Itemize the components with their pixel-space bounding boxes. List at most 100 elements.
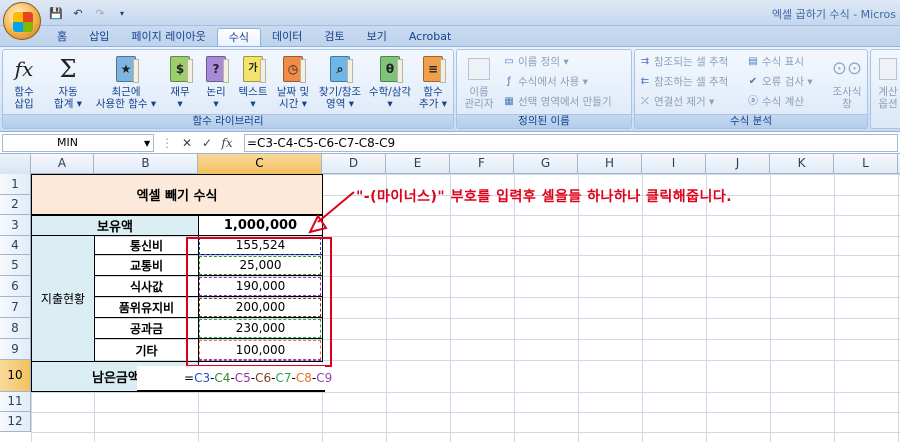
column-header[interactable]: A — [31, 154, 94, 174]
cancel-icon[interactable]: ✕ — [180, 136, 194, 150]
formula-edit-cell[interactable]: = C3- C4- C5- C6- C7- C8- C9 — [137, 366, 332, 392]
expense-group-cell[interactable]: 지출현황 — [31, 235, 95, 362]
error-checking-button[interactable]: ✔ 오류 검사 ▾ — [747, 74, 813, 89]
formula-auditing-group: ⇉ 참조되는 셀 추적 ⇇ 참조하는 셀 추적 ⤫ 연결선 제거 ▾ ▤ 수식 표시 ✔… — [634, 49, 868, 129]
tag-icon: ▭ — [504, 55, 514, 67]
row-header[interactable]: 12 — [0, 412, 31, 432]
column-header[interactable]: C — [198, 154, 322, 174]
undo-icon[interactable]: ↶ — [70, 5, 86, 21]
highlight-rectangle — [186, 237, 332, 367]
define-name-button[interactable]: ▭ 이름 정의 ▾ — [503, 54, 568, 69]
recent-functions-button[interactable]: ★ 최근에 사용한 함수 ▾ — [91, 54, 161, 110]
column-header[interactable]: H — [578, 154, 642, 174]
window-title: 엑셀 곱하기 수식 - Micros — [771, 8, 896, 21]
tab-page-layout[interactable]: 페이지 레이아웃 — [120, 28, 216, 46]
show-formulas-button[interactable]: ▤ 수식 표시 — [747, 54, 804, 69]
row-header[interactable]: 10 — [0, 360, 31, 392]
function-library-group: fx 함수 삽입 Σ 자동 합계 ▾ ★ 최근에 사용한 함수 ▾ $ 재무 ▾… — [2, 49, 454, 129]
tab-home[interactable]: 홈 — [46, 28, 78, 46]
row-header[interactable]: 2 — [0, 195, 31, 215]
row-header[interactable]: 3 — [0, 215, 31, 236]
evaluate-formula-button[interactable]: ⓐ 수식 계산 — [747, 94, 804, 109]
expense-label-cell[interactable]: 품위유지비 — [94, 296, 199, 318]
more-functions-button[interactable]: ≡ 함수 추가 ▾ — [415, 54, 451, 110]
column-header[interactable]: L — [834, 154, 898, 174]
office-button[interactable] — [3, 2, 41, 40]
customize-icon[interactable]: ▾ — [114, 5, 130, 21]
lookup-button[interactable]: ⌕ 찾기/참조 영역 ▾ — [315, 54, 365, 110]
row-header[interactable]: 1 — [0, 174, 31, 195]
text-button[interactable]: 가 텍스트 ▾ — [233, 54, 273, 110]
row-header[interactable]: 8 — [0, 318, 31, 339]
insert-function-button[interactable]: fx 함수 삽입 — [7, 54, 41, 110]
fx-small-icon: ƒ — [507, 75, 511, 87]
formula-token: C7 — [275, 371, 292, 385]
trace-dependents-icon: ⇇ — [640, 75, 650, 87]
defined-names-label: 정의된 이름 — [457, 114, 631, 128]
expense-label-cell[interactable]: 통신비 — [94, 235, 199, 255]
tab-insert[interactable]: 삽입 — [78, 28, 120, 46]
expense-label-cell[interactable]: 식사값 — [94, 275, 199, 297]
column-header[interactable]: D — [322, 154, 386, 174]
evaluate-icon: ⓐ — [748, 95, 758, 107]
column-header[interactable]: I — [642, 154, 706, 174]
tab-data[interactable]: 데이터 — [261, 28, 313, 46]
watch-window-icon: ⊙⊙ — [831, 58, 863, 79]
fx-icon: fx — [14, 57, 34, 81]
column-header[interactable]: J — [706, 154, 770, 174]
expense-label-cell[interactable]: 교통비 — [94, 254, 199, 276]
select-all-corner[interactable] — [0, 154, 31, 174]
fx-icon[interactable]: fx — [220, 136, 234, 150]
enter-icon[interactable]: ✓ — [200, 136, 214, 150]
column-header[interactable]: F — [450, 154, 514, 174]
row-header[interactable]: 6 — [0, 276, 31, 297]
logical-book-icon: ? — [202, 54, 230, 84]
column-header[interactable]: B — [94, 154, 198, 174]
trace-dependents-button[interactable]: ⇇ 참조하는 셀 추적 — [639, 74, 729, 89]
grid-icon: ▦ — [504, 95, 514, 107]
expense-label-cell[interactable]: 기타 — [94, 338, 199, 362]
holdings-label-cell[interactable]: 보유액 — [31, 215, 199, 236]
column-header[interactable]: G — [514, 154, 578, 174]
column-header[interactable]: K — [770, 154, 834, 174]
chevron-down-icon[interactable]: ▼ — [144, 139, 150, 148]
remove-arrows-button[interactable]: ⤫ 연결선 제거 ▾ — [639, 94, 714, 109]
math-button[interactable]: θ 수학/삼각 ▾ — [365, 54, 415, 110]
row-header[interactable]: 5 — [0, 255, 31, 276]
formula-token: C9 — [316, 371, 333, 385]
formula-auditing-label: 수식 분석 — [635, 114, 867, 128]
tab-formulas[interactable]: 수식 — [216, 28, 261, 46]
tab-review[interactable]: 검토 — [313, 28, 355, 46]
redo-icon[interactable]: ↷ — [92, 5, 108, 21]
gridline — [31, 412, 900, 413]
name-manager-button[interactable]: 이름 관리자 — [461, 54, 497, 110]
function-library-label: 함수 라이브러리 — [3, 114, 453, 128]
autosum-button[interactable]: Σ 자동 합계 ▾ — [49, 54, 87, 110]
sheet-title-cell[interactable]: 엑셀 빼기 수식 — [31, 174, 323, 215]
row-header[interactable]: 9 — [0, 339, 31, 360]
tab-acrobat[interactable]: Acrobat — [398, 28, 462, 46]
tab-view[interactable]: 보기 — [356, 28, 398, 46]
row-header[interactable]: 11 — [0, 392, 31, 412]
save-icon[interactable]: 💾 — [48, 5, 64, 21]
use-in-formula-button[interactable]: ƒ 수식에서 사용 ▾ — [503, 74, 588, 89]
logical-button[interactable]: ? 논리 ▾ — [199, 54, 233, 110]
formula-input[interactable]: =C3-C4-C5-C6-C7-C8-C9 — [244, 134, 898, 152]
financial-button[interactable]: $ 재무 ▾ — [163, 54, 197, 110]
calc-options-button[interactable]: 계산 옵션 — [873, 54, 900, 110]
row-header[interactable]: 4 — [0, 236, 31, 255]
column-header[interactable]: E — [386, 154, 450, 174]
formula-token: C6 — [255, 371, 272, 385]
gridline — [31, 392, 900, 393]
watch-window-button[interactable]: ⊙⊙ 조사식 창 — [829, 54, 865, 111]
name-box[interactable]: MIN — [2, 134, 154, 152]
trace-precedents-button[interactable]: ⇉ 참조되는 셀 추적 — [639, 54, 729, 69]
annotation-text: "-(마이너스)" 부호를 입력후 셀을들 하나하나 클릭해줍니다. — [356, 189, 733, 205]
create-from-selection-button[interactable]: ▦ 선택 영역에서 만들기 — [503, 94, 611, 109]
row-header[interactable]: 7 — [0, 297, 31, 318]
annotation-arrow — [308, 191, 355, 234]
datetime-button[interactable]: ◷ 날짜 및 시간 ▾ — [273, 54, 313, 110]
expense-label-cell[interactable]: 공과금 — [94, 317, 199, 339]
ribbon-tabs: 홈 삽입 페이지 레이아웃 수식 데이터 검토 보기 Acrobat — [0, 26, 900, 46]
text-book-icon: 가 — [239, 54, 267, 84]
